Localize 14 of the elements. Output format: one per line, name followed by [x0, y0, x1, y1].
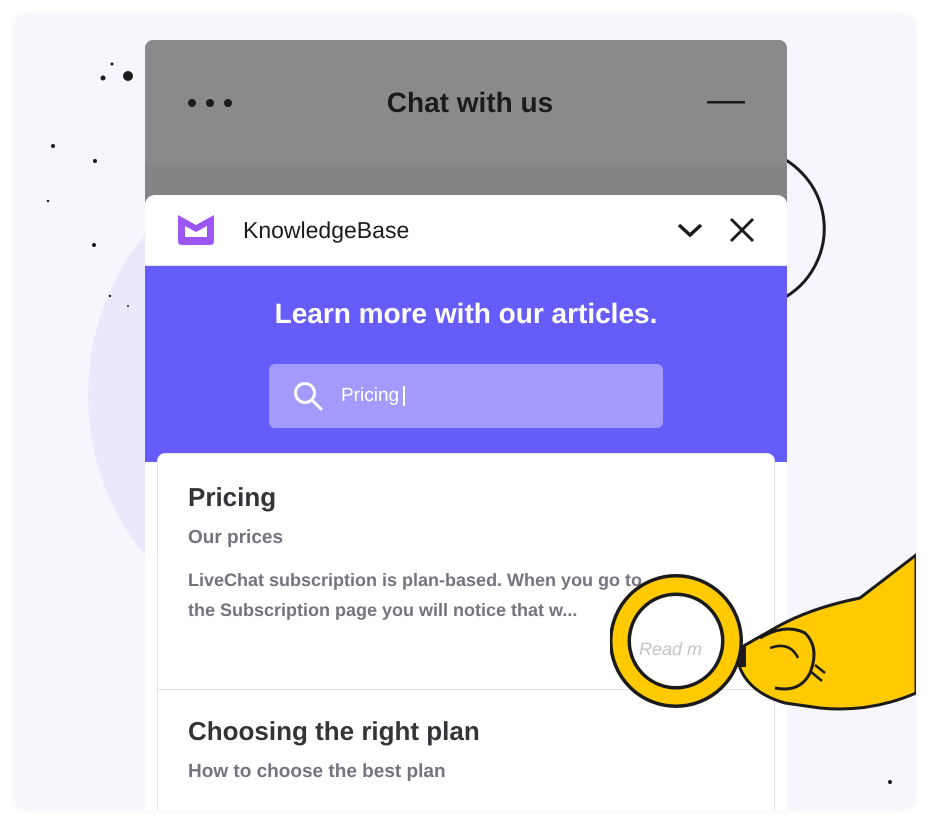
panel-heading: Learn more with our articles.	[274, 298, 658, 330]
close-icon[interactable]	[729, 217, 755, 243]
search-icon	[293, 381, 323, 411]
panel-title: KnowledgeBase	[243, 216, 410, 244]
chevron-down-icon[interactable]	[677, 222, 703, 238]
more-icon[interactable]	[187, 98, 233, 108]
minimize-icon[interactable]	[706, 101, 745, 104]
window-title: Chat with us	[386, 86, 554, 118]
book-icon	[175, 212, 217, 248]
article-subtitle: Our prices	[188, 527, 284, 549]
article-excerpt: LiveChat subscription is plan-based. When you go to the Subscription page you will notice that w...	[188, 569, 644, 622]
article-title[interactable]: Pricing	[188, 482, 744, 513]
article-subtitle: How to choose the best plan	[188, 761, 447, 783]
article-title[interactable]: Choosing the right plan	[188, 716, 744, 747]
